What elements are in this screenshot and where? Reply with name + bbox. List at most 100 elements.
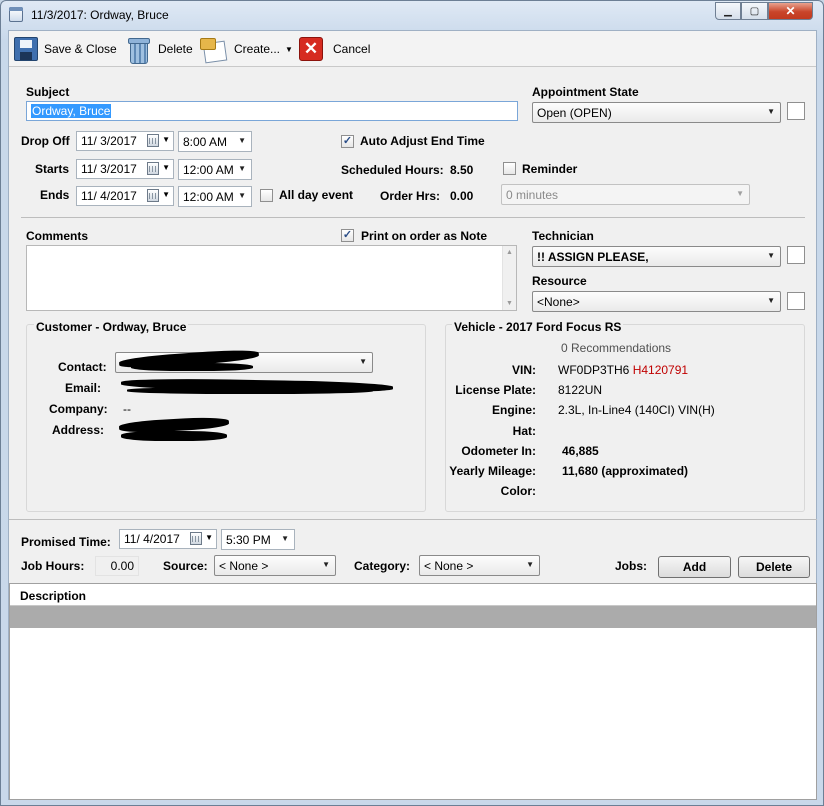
dialog-body: Save & Close Delete Create... ▼ ✕ Cancel…	[8, 30, 817, 800]
reminder-duration-value: 0 minutes	[506, 188, 559, 202]
reminder-checkbox[interactable]	[503, 162, 516, 175]
drop-off-time-value: 8:00 AM	[183, 135, 228, 149]
jobs-grid[interactable]: Description	[9, 583, 817, 800]
calendar-icon[interactable]	[147, 162, 159, 175]
chevron-down-icon: ▼	[162, 163, 170, 172]
calendar-icon	[9, 7, 23, 22]
company-label: Company:	[49, 402, 108, 416]
appointment-state-value: Open (OPEN)	[537, 106, 612, 120]
starts-label: Starts	[35, 162, 70, 176]
comments-label: Comments	[26, 229, 89, 243]
source-select[interactable]: < None > ▼	[214, 555, 336, 576]
starts-date-picker[interactable]: 11/ 3/2017 ▼	[76, 159, 174, 179]
order-hrs-label: Order Hrs:	[380, 189, 441, 203]
chevron-down-icon: ▼	[767, 296, 775, 305]
yearly-mileage-value: 11,680 (approximated)	[562, 464, 689, 478]
engine-label: Engine:	[492, 403, 536, 417]
add-job-button[interactable]: Add	[658, 556, 731, 578]
license-plate-value: 8122UN	[558, 383, 603, 397]
vehicle-panel: Vehicle - 2017 Ford Focus RS 0 Recommend…	[445, 320, 805, 512]
promised-date-picker[interactable]: 11/ 4/2017 ▼	[119, 529, 217, 549]
appointment-state-select[interactable]: Open (OPEN) ▼	[532, 102, 781, 123]
ends-date-value: 11/ 4/2017	[81, 189, 137, 203]
chevron-down-icon: ▼	[285, 44, 293, 54]
scheduled-hours-label: Scheduled Hours:	[341, 163, 444, 177]
technician-value: !! ASSIGN PLEASE,	[537, 250, 649, 264]
technician-label: Technician	[532, 229, 594, 243]
window-title: 11/3/2017: Ordway, Bruce	[31, 8, 169, 22]
trash-can-icon	[128, 36, 150, 64]
redacted-contact-2	[131, 363, 253, 371]
category-label: Category:	[354, 559, 411, 573]
save-close-button[interactable]: Save & Close	[14, 34, 117, 64]
chevron-down-icon: ▼	[322, 560, 330, 569]
auto-adjust-checkbox[interactable]: ✓	[341, 135, 354, 148]
grid-new-row[interactable]	[10, 606, 816, 628]
license-plate-label: License Plate:	[455, 383, 536, 397]
scroll-up-icon[interactable]: ▲	[506, 249, 513, 256]
starts-time-select[interactable]: 12:00 AM ▼	[178, 159, 252, 180]
drop-off-date-picker[interactable]: 11/ 3/2017 ▼	[76, 131, 174, 151]
chevron-down-icon: ▼	[767, 251, 775, 260]
cancel-button[interactable]: ✕ Cancel	[299, 34, 370, 64]
comments-scrollbar[interactable]: ▲ ▼	[502, 246, 516, 310]
divider	[9, 519, 817, 520]
calendar-icon[interactable]	[147, 189, 159, 202]
calendar-icon[interactable]	[147, 134, 159, 147]
close-button[interactable]: ✕	[768, 2, 813, 20]
appointment-state-color-swatch[interactable]	[787, 102, 805, 120]
appointment-window: 11/3/2017: Ordway, Bruce ▁ ▢ ✕ Save & Cl…	[0, 0, 824, 806]
save-close-label: Save & Close	[44, 42, 117, 56]
chevron-down-icon: ▼	[162, 190, 170, 199]
category-select[interactable]: < None > ▼	[419, 555, 540, 576]
redacted-address-2	[121, 431, 227, 441]
title-bar[interactable]: 11/3/2017: Ordway, Bruce ▁ ▢ ✕	[1, 1, 823, 29]
odometer-label: Odometer In:	[461, 444, 536, 458]
reminder-duration-select[interactable]: 0 minutes ▼	[501, 184, 750, 205]
print-note-checkbox[interactable]: ✓	[341, 229, 354, 242]
resource-select[interactable]: <None> ▼	[532, 291, 781, 312]
source-value: < None >	[219, 559, 269, 573]
calendar-icon[interactable]	[190, 532, 202, 545]
vehicle-header: Vehicle - 2017 Ford Focus RS	[452, 320, 624, 334]
job-hours-value: 0.00	[95, 556, 139, 576]
all-day-label: All day event	[279, 188, 354, 202]
drop-off-time-select[interactable]: 8:00 AM ▼	[178, 131, 252, 152]
chevron-down-icon: ▼	[162, 135, 170, 144]
starts-date-value: 11/ 3/2017	[81, 162, 137, 176]
description-column-header[interactable]: Description	[10, 584, 816, 606]
ends-date-picker[interactable]: 11/ 4/2017 ▼	[76, 186, 174, 206]
delete-button[interactable]: Delete	[128, 34, 193, 64]
minimize-button[interactable]: ▁	[715, 2, 741, 20]
cancel-x-icon: ✕	[299, 37, 323, 61]
chevron-down-icon: ▼	[526, 560, 534, 569]
vin-prefix: WF0DP3TH6	[558, 363, 630, 377]
delete-job-button[interactable]: Delete	[738, 556, 810, 578]
job-hours-label: Job Hours:	[21, 559, 85, 573]
resource-color-swatch[interactable]	[787, 292, 805, 310]
engine-value: 2.3L, In-Line4 (140CI) VIN(H)	[558, 403, 715, 417]
scroll-down-icon[interactable]: ▼	[506, 300, 513, 307]
scheduled-hours-value: 8.50	[450, 163, 474, 177]
subject-input[interactable]: Ordway, Bruce	[26, 101, 518, 121]
jobs-label: Jobs:	[615, 559, 648, 573]
technician-color-swatch[interactable]	[787, 246, 805, 264]
ends-time-select[interactable]: 12:00 AM ▼	[178, 186, 252, 207]
vin-label: VIN:	[512, 363, 536, 377]
chevron-down-icon: ▼	[359, 357, 367, 366]
redacted-email-2	[127, 387, 373, 394]
recommendations-link[interactable]: 0 Recommendations	[561, 341, 671, 355]
maximize-button[interactable]: ▢	[741, 2, 768, 20]
color-label: Color:	[500, 484, 536, 498]
comments-textarea[interactable]: ▲ ▼	[26, 245, 517, 311]
category-value: < None >	[424, 559, 474, 573]
vin-serial: H4120791	[632, 363, 689, 377]
create-menu-button[interactable]: Create... ▼	[200, 34, 293, 64]
cancel-label: Cancel	[333, 42, 371, 56]
promised-time-select[interactable]: 5:30 PM ▼	[221, 529, 295, 550]
technician-select[interactable]: !! ASSIGN PLEASE, ▼	[532, 246, 781, 267]
all-day-checkbox[interactable]	[260, 189, 273, 202]
ends-time-value: 12:00 AM	[183, 190, 234, 204]
divider	[21, 217, 805, 218]
order-hrs-value: 0.00	[450, 189, 474, 203]
